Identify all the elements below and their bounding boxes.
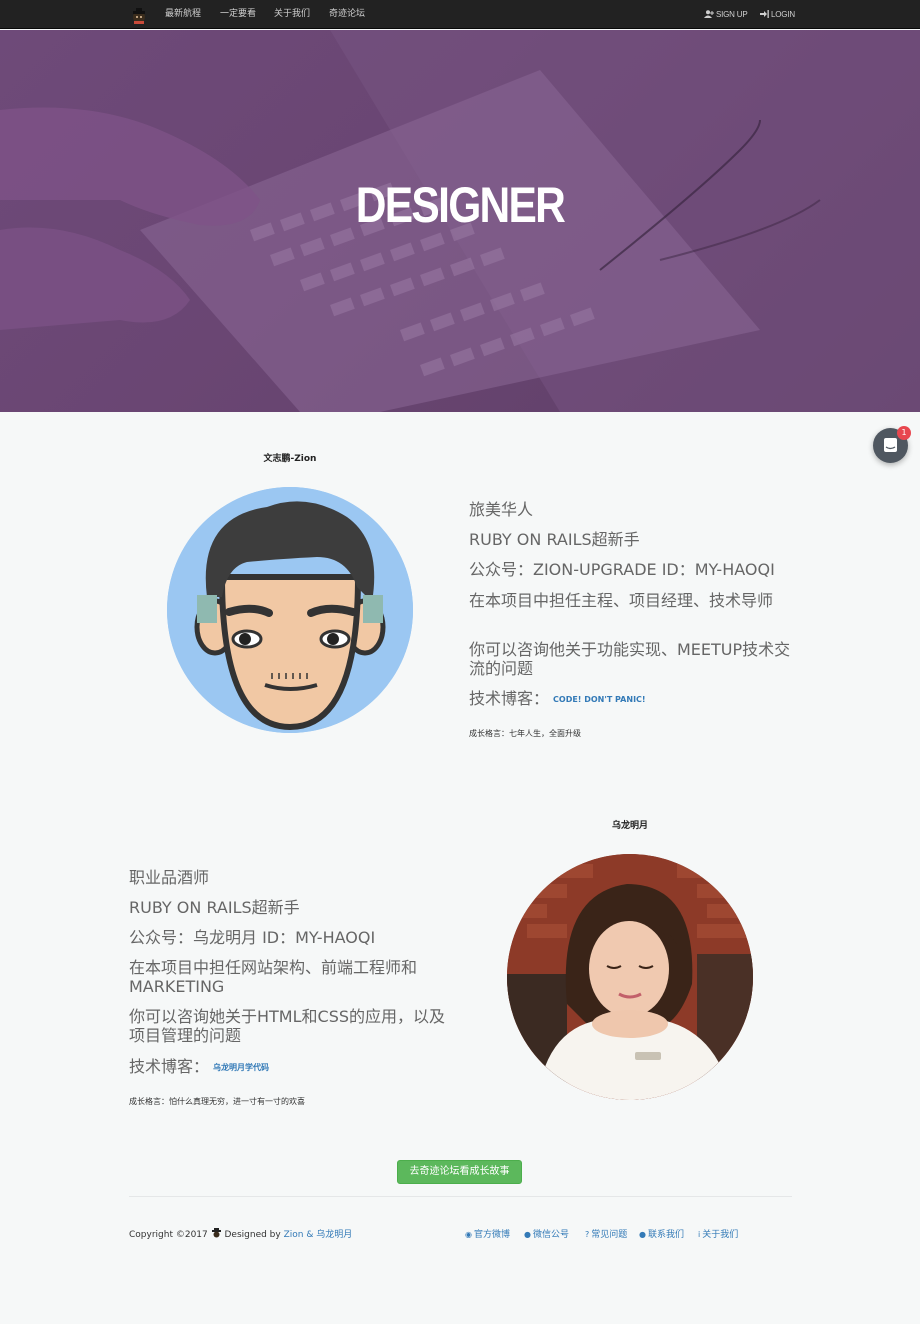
nav-link-about[interactable]: 关于我们 bbox=[274, 0, 310, 29]
nav-link-must-see[interactable]: 一定要看 bbox=[220, 0, 256, 29]
designers-link[interactable]: Zion & 乌龙明月 bbox=[284, 1230, 353, 1240]
copyright: Copyright ©2017 Designed by Zion & 乌龙明月 bbox=[129, 1227, 352, 1240]
footer-link-label: 微信公号 bbox=[532, 1230, 569, 1240]
profile-name-wulong: 乌龙明月 bbox=[611, 821, 648, 831]
info-icon: i bbox=[698, 1230, 701, 1239]
pirate-logo-icon bbox=[211, 1228, 221, 1238]
profile-wulong-line-5: 你可以咨询她关于HTML和CSS的应用，以及项目管理的问题 bbox=[129, 1007, 446, 1045]
footer-link-label: 关于我们 bbox=[702, 1230, 739, 1240]
navbar: 最新航程 一定要看 关于我们 奇迹论坛 SIGN UP LOGIN bbox=[0, 0, 920, 29]
footer-link-label: 联系我们 bbox=[647, 1230, 684, 1240]
profile-zion-blog: 技术博客： CODE! DON'T PANIC! bbox=[469, 689, 646, 709]
profile-zion-line-4: 在本项目中担任主程、项目经理、技术导师 bbox=[469, 591, 774, 610]
hero-banner: DESIGNER bbox=[0, 30, 920, 412]
footer-divider bbox=[129, 1196, 792, 1197]
nav-link-latest[interactable]: 最新航程 bbox=[165, 0, 201, 29]
login-button[interactable]: LOGIN bbox=[760, 0, 795, 29]
wechat-icon: ● bbox=[524, 1230, 531, 1239]
footer-link-label: 常见问题 bbox=[591, 1230, 628, 1240]
login-label: LOGIN bbox=[771, 10, 795, 19]
profile-wulong-blog: 技术博客： 乌龙明月学代码 bbox=[129, 1057, 269, 1077]
profile-wulong-line-4: 在本项目中担任网站架构、前端工程师和MARKETING bbox=[129, 958, 418, 996]
signup-button[interactable]: SIGN UP bbox=[704, 0, 748, 29]
footer-link-label: 官方微博 bbox=[473, 1230, 510, 1240]
profile-wulong-line-2: RUBY ON RAILS超新手 bbox=[129, 898, 300, 917]
profile-wulong-line-1: 职业品酒师 bbox=[129, 868, 210, 887]
chat-notification-badge: 1 bbox=[897, 426, 911, 440]
logo-icon[interactable] bbox=[130, 6, 148, 24]
comments-icon: ● bbox=[639, 1230, 646, 1239]
forum-stories-button[interactable]: 去奇迹论坛看成长故事 bbox=[397, 1160, 522, 1184]
profile-zion-line-2: RUBY ON RAILS超新手 bbox=[469, 530, 640, 549]
copyright-text: Copyright ©2017 bbox=[129, 1230, 208, 1240]
profile-wulong-line-3: 公众号：乌龙明月 ID：MY-HAOQI bbox=[129, 928, 376, 947]
avatar-wulong bbox=[507, 854, 753, 1100]
blog-label: 技术博客： bbox=[129, 1057, 210, 1076]
footer-link-wechat[interactable]: ● 微信公号 bbox=[524, 1227, 569, 1240]
profile-zion-motto: 成长格言：七年人生，全面升级 bbox=[469, 729, 581, 738]
footer-link-about[interactable]: i 关于我们 bbox=[698, 1227, 738, 1240]
profile-wulong-motto: 成长格言：怕什么真理无穷，进一寸有一寸的欢喜 bbox=[129, 1097, 305, 1106]
hero-title: DESIGNER bbox=[355, 177, 566, 233]
blog-link-zion[interactable]: CODE! DON'T PANIC! bbox=[553, 695, 646, 704]
sign-in-icon bbox=[760, 10, 769, 18]
avatar-zion bbox=[167, 487, 413, 733]
blog-link-wulong[interactable]: 乌龙明月学代码 bbox=[213, 1063, 269, 1072]
footer-link-faq[interactable]: ? 常见问题 bbox=[585, 1227, 627, 1240]
footer-link-weibo[interactable]: ◉ 官方微博 bbox=[465, 1227, 510, 1240]
portrait-photo-image bbox=[507, 854, 753, 1100]
weibo-icon: ◉ bbox=[465, 1230, 472, 1239]
signup-label: SIGN UP bbox=[716, 10, 748, 19]
nav-link-forum[interactable]: 奇迹论坛 bbox=[329, 0, 365, 29]
profile-zion-line-1: 旅美华人 bbox=[469, 500, 534, 519]
profile-zion-line-3: 公众号：ZION-UPGRADE ID：MY-HAOQI bbox=[469, 560, 775, 579]
profile-zion-line-5: 你可以咨询他关于功能实现、MEETUP技术交流的问题 bbox=[469, 640, 791, 678]
designed-by-text: Designed by bbox=[224, 1230, 281, 1240]
question-icon: ? bbox=[585, 1230, 590, 1239]
footer-link-contact[interactable]: ● 联系我们 bbox=[639, 1227, 684, 1240]
profile-name-zion: 文志鹏-Zion bbox=[263, 454, 317, 464]
blog-label: 技术博客： bbox=[469, 689, 550, 708]
cartoon-avatar-image bbox=[167, 487, 413, 733]
add-user-icon bbox=[704, 10, 714, 18]
